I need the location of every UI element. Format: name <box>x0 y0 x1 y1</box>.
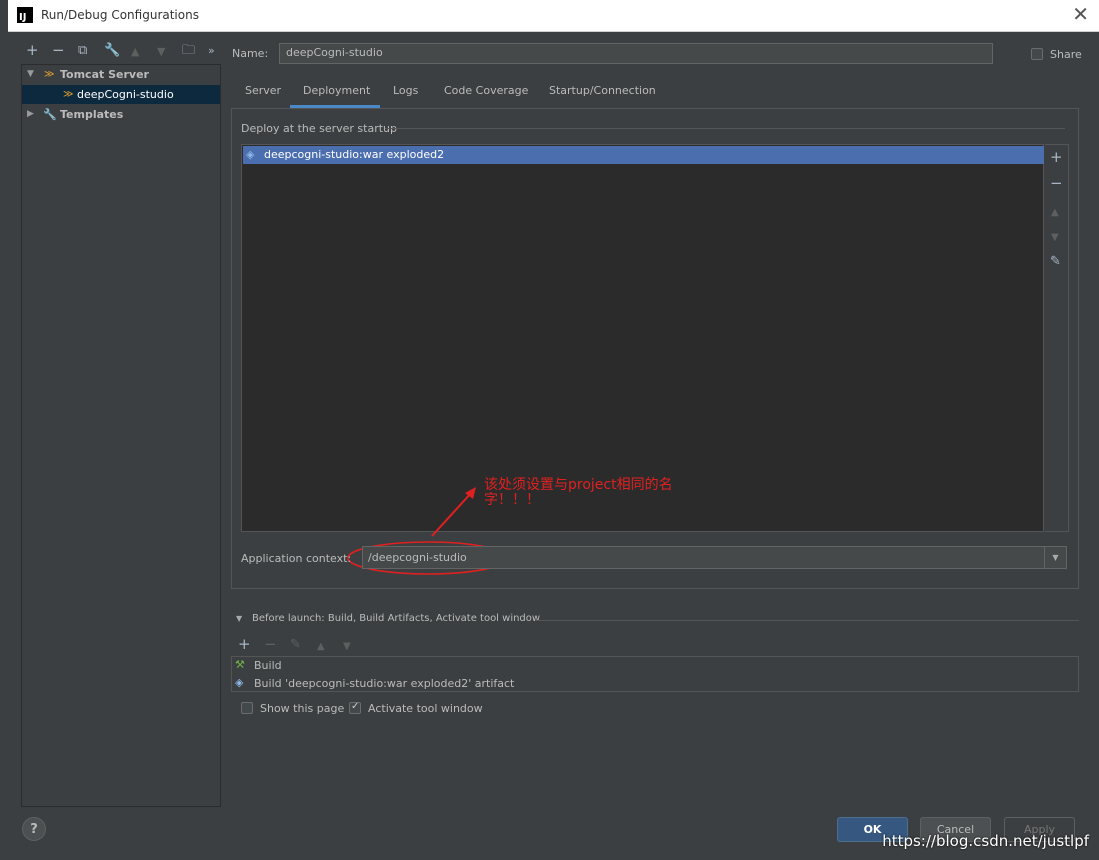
app-context-value: /deepcogni-studio <box>368 551 467 564</box>
before-launch-title[interactable]: Before launch: Build, Build Artifacts, A… <box>252 613 540 624</box>
tree-group-label: Templates <box>60 108 124 121</box>
remove-icon[interactable]: − <box>52 43 65 58</box>
move-up-icon[interactable]: ▲ <box>1051 205 1059 220</box>
artifact-icon: ◈ <box>235 676 244 689</box>
tab-server[interactable]: Server <box>245 84 281 97</box>
before-launch-item-label: Build 'deepcogni-studio:war exploded2' a… <box>254 677 515 690</box>
background-window-strip <box>0 0 8 860</box>
expanded-triangle-icon[interactable]: ▼ <box>27 65 34 84</box>
title-bar: IJ Run/Debug Configurations ✕ <box>8 0 1099 32</box>
tomcat-icon: ≫ <box>44 69 55 80</box>
tree-group-templates[interactable]: ▶ 🔧 Templates <box>22 105 220 124</box>
show-this-page-checkbox[interactable] <box>241 702 253 714</box>
artifact-icon: ◈ <box>246 148 255 161</box>
deploy-list[interactable]: ◈ deepcogni-studio:war exploded2 <box>241 144 1044 532</box>
intellij-icon: IJ <box>17 7 33 23</box>
name-label: Name: <box>232 47 269 60</box>
before-launch-item-label: Build <box>254 659 282 672</box>
move-down-icon[interactable]: ▼ <box>343 639 351 654</box>
collapsed-triangle-icon[interactable]: ▶ <box>27 105 34 124</box>
tab-code-coverage[interactable]: Code Coverage <box>444 84 528 97</box>
tree-item-label: deepCogni-studio <box>77 88 174 101</box>
remove-icon[interactable]: − <box>1050 176 1063 191</box>
add-icon[interactable]: + <box>26 43 39 58</box>
name-input[interactable]: deepCogni-studio <box>279 43 993 64</box>
tab-logs[interactable]: Logs <box>393 84 418 97</box>
move-up-icon[interactable]: ▲ <box>317 639 325 654</box>
activate-tool-window-label: Activate tool window <box>368 702 483 715</box>
close-icon[interactable]: ✕ <box>1072 4 1089 24</box>
wrench-icon: 🔧 <box>43 108 57 121</box>
tree-group-tomcat[interactable]: ▼ ≫ Tomcat Server <box>22 65 220 84</box>
move-up-icon[interactable]: ▲ <box>131 44 139 59</box>
hammer-icon: ⚒ <box>235 658 245 671</box>
tab-deployment[interactable]: Deployment <box>303 84 370 97</box>
edit-pencil-icon[interactable]: ✎ <box>290 637 301 652</box>
section-divider <box>385 128 1065 129</box>
tree-item-deepcogni-studio[interactable]: ≫ deepCogni-studio <box>22 85 220 104</box>
tab-startup-connection[interactable]: Startup/Connection <box>549 84 656 97</box>
move-down-icon[interactable]: ▼ <box>157 44 165 59</box>
window-title: Run/Debug Configurations <box>41 8 199 22</box>
chevron-down-icon[interactable]: ▼ <box>1044 547 1066 568</box>
copy-icon[interactable]: ⧉ <box>78 43 87 58</box>
deploy-section-title: Deploy at the server startup <box>241 122 398 135</box>
remove-icon[interactable]: − <box>264 637 277 652</box>
app-context-label: Application context: <box>241 552 352 565</box>
annotation-arrow-line <box>431 491 473 537</box>
edit-pencil-icon[interactable]: ✎ <box>1050 254 1061 269</box>
before-launch-list[interactable]: ⚒ Build ◈ Build 'deepcogni-studio:war ex… <box>231 656 1079 692</box>
share-checkbox[interactable] <box>1031 48 1043 60</box>
tomcat-icon: ≫ <box>63 89 74 100</box>
add-icon[interactable]: + <box>238 637 251 652</box>
app-context-combo[interactable]: /deepcogni-studio ▼ <box>362 546 1067 569</box>
watermark-text: https://blog.csdn.net/justlpf <box>882 832 1089 850</box>
wrench-icon[interactable]: 🔧 <box>104 43 120 58</box>
share-label: Share <box>1050 48 1082 61</box>
section-divider <box>535 620 1079 621</box>
tree-group-label: Tomcat Server <box>60 68 149 81</box>
deploy-side-toolbar <box>1045 144 1069 532</box>
checkmark-icon: ✓ <box>351 701 360 712</box>
activate-tool-window-checkbox[interactable]: ✓ <box>349 701 361 714</box>
help-button[interactable]: ? <box>22 817 46 841</box>
expanded-triangle-icon[interactable]: ▼ <box>236 614 242 623</box>
list-item[interactable]: ◈ Build 'deepcogni-studio:war exploded2'… <box>232 675 1078 692</box>
show-this-page-label: Show this page <box>260 702 345 715</box>
deploy-item-label: deepcogni-studio:war exploded2 <box>264 148 445 161</box>
move-down-icon[interactable]: ▼ <box>1051 230 1059 245</box>
folder-add-icon[interactable]: 🗀 <box>182 43 195 58</box>
config-tree: ▼ ≫ Tomcat Server ≫ deepCogni-studio ▶ 🔧… <box>21 64 221 807</box>
list-item[interactable]: ◈ deepcogni-studio:war exploded2 <box>243 146 1044 164</box>
add-icon[interactable]: + <box>1050 150 1063 165</box>
more-icon[interactable]: » <box>208 43 215 58</box>
list-item[interactable]: ⚒ Build <box>232 657 1078 674</box>
